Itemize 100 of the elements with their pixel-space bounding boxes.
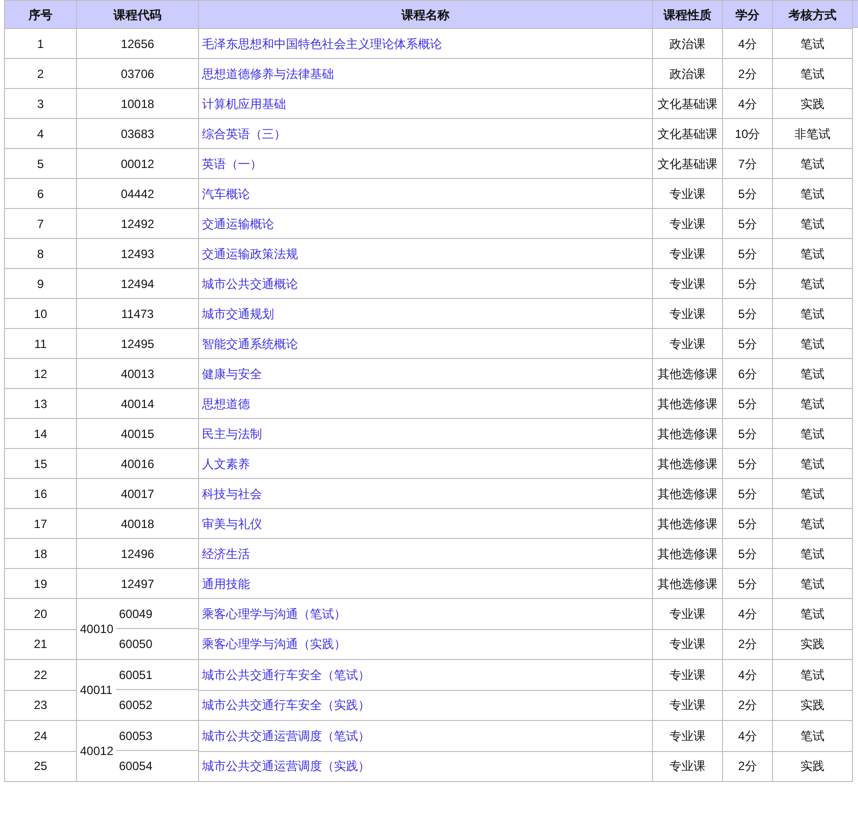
table-cell: 23 [34, 698, 48, 712]
table-cell: 政治课 [670, 36, 706, 50]
table-cell: 00012 [120, 156, 154, 170]
table-cell: 实践 [800, 759, 824, 774]
table-cell: 专业课 [670, 246, 706, 260]
course-link[interactable]: 智能交通系统概论 [202, 336, 298, 350]
table-cell: 笔试 [800, 486, 824, 500]
table-cell: 笔试 [800, 366, 824, 380]
course-link[interactable]: 交通运输概论 [202, 216, 274, 230]
table-cell: 笔试 [800, 426, 824, 440]
table-cell: 专业课 [670, 698, 706, 712]
table-cell: 1 [37, 36, 44, 50]
column-header: 课程代码 [76, 0, 198, 28]
course-link[interactable]: 城市公共交通运营调度（笔试） [202, 728, 370, 743]
table-cell: 19 [34, 576, 48, 590]
table-cell: 实践 [800, 637, 824, 652]
table-cell: 5分 [738, 576, 757, 590]
table-cell: 7 [37, 216, 44, 230]
course-link[interactable]: 汽车概论 [202, 186, 250, 200]
table-cell: 22 [34, 668, 48, 682]
table-cell: 笔试 [800, 456, 824, 470]
course-link[interactable]: 人文素养 [202, 456, 250, 470]
table-cell: 其他选修课 [658, 546, 718, 560]
table-cell: 5分 [738, 306, 757, 320]
table-cell: 专业课 [670, 216, 706, 230]
course-link[interactable]: 民主与法制 [202, 426, 262, 440]
table-cell: 8 [37, 246, 44, 260]
table-cell: 12495 [120, 336, 154, 350]
table-cell: 其他选修课 [658, 486, 718, 500]
table-cell-text: 40011 [80, 682, 112, 699]
course-link[interactable]: 科技与社会 [202, 486, 262, 500]
table-cell: 2分 [738, 637, 757, 652]
table-cell: 40013 [120, 366, 154, 380]
course-link[interactable]: 乘客心理学与沟通（笔试） [202, 606, 346, 621]
table-cell: 专业课 [670, 276, 706, 290]
table-cell: 12494 [120, 276, 154, 290]
table-cell: 专业课 [670, 606, 706, 621]
course-link[interactable]: 计算机应用基础 [202, 96, 286, 110]
table-cell: 40015 [120, 426, 154, 440]
table-cell: 12493 [120, 246, 154, 260]
table-cell: 12497 [120, 576, 154, 590]
table-cell: 5分 [738, 516, 757, 530]
table-cell-text: 60053 [119, 728, 152, 744]
table-cell: 12656 [120, 36, 154, 50]
table-cell: 12492 [120, 216, 154, 230]
table-cell: 5 [37, 156, 44, 170]
table-cell-text: 60051 [119, 666, 152, 684]
table-cell: 24 [34, 728, 48, 743]
table-cell: 20 [34, 606, 48, 621]
table-cell: 其他选修课 [658, 516, 718, 530]
table-cell: 文化基础课 [658, 156, 718, 170]
table-cell: 4 [37, 126, 44, 140]
table-cell: 4分 [738, 606, 757, 621]
table-cell: 5分 [738, 246, 757, 260]
table-cell: 笔试 [800, 336, 824, 350]
table-cell-text: 60050 [119, 636, 152, 653]
table-cell: 专业课 [670, 306, 706, 320]
course-link[interactable]: 审美与礼仪 [202, 516, 262, 530]
table-cell-text: 40010 [80, 621, 114, 638]
table-cell: 5分 [738, 396, 757, 410]
table-cell: 专业课 [670, 637, 706, 652]
course-link[interactable]: 城市公共交通运营调度（实践） [202, 759, 370, 774]
course-link[interactable]: 城市公共交通行车安全（笔试） [202, 668, 370, 682]
table-cell: 笔试 [800, 246, 824, 260]
course-link[interactable]: 健康与安全 [202, 366, 262, 380]
table-cell: 9 [37, 276, 44, 290]
table-cell: 笔试 [800, 306, 824, 320]
course-link[interactable]: 乘客心理学与沟通（实践） [202, 637, 346, 652]
table-cell: 其他选修课 [658, 426, 718, 440]
course-link[interactable]: 思想道德修养与法律基础 [202, 66, 334, 80]
table-cell: 16 [34, 486, 48, 500]
table-cell: 笔试 [800, 728, 824, 743]
course-link[interactable]: 城市公共交通行车安全（实践） [202, 698, 370, 712]
table-cell: 13 [34, 396, 48, 410]
table-cell: 专业课 [670, 336, 706, 350]
table-cell: 5分 [738, 336, 757, 350]
table-cell: 5分 [738, 486, 757, 500]
course-link[interactable]: 综合英语（三） [202, 126, 286, 140]
table-cell: 笔试 [800, 36, 824, 50]
table-cell: 21 [34, 637, 48, 652]
table-cell: 2分 [738, 759, 757, 774]
course-link[interactable]: 城市公共交通概论 [202, 276, 298, 290]
course-link[interactable]: 思想道德 [202, 396, 250, 410]
table-cell: 其他选修课 [658, 396, 718, 410]
table-cell: 11473 [121, 306, 154, 320]
table-cell: 10分 [734, 126, 760, 140]
column-header: 考核方式 [772, 0, 852, 28]
course-link[interactable]: 英语（一） [202, 156, 262, 170]
course-link[interactable]: 通用技能 [202, 576, 250, 590]
table-cell: 17 [34, 516, 48, 530]
table-cell: 笔试 [800, 606, 824, 621]
table-cell: 3 [37, 96, 44, 110]
course-link[interactable]: 城市交通规划 [202, 306, 274, 320]
table-cell: 4分 [738, 96, 757, 110]
table-cell: 笔试 [800, 576, 824, 590]
table-cell: 2分 [738, 66, 757, 80]
table-cell: 25 [34, 759, 48, 774]
table-cell: 5分 [738, 426, 757, 440]
course-link[interactable]: 交通运输政策法规 [202, 246, 298, 260]
course-link[interactable]: 经济生活 [202, 546, 250, 560]
